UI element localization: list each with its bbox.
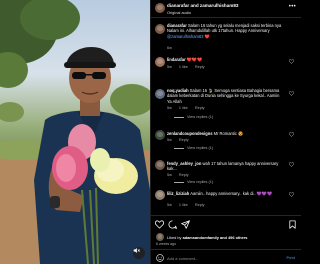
avatar[interactable] — [155, 24, 165, 34]
comment-time: 5w — [167, 138, 172, 142]
caption-username[interactable]: dianarafar — [167, 23, 187, 28]
view-replies-button[interactable]: View replies (1) — [174, 180, 213, 184]
comment-item: noq.yadiah Salam 16 🍃 Semoga sentiasa Ba… — [151, 88, 301, 128]
avatar[interactable] — [155, 89, 165, 99]
comment-likes[interactable]: 1 like — [179, 65, 188, 69]
audio-label[interactable]: Original audio — [167, 10, 191, 15]
author-usernames[interactable]: dianarafar and zamarulhisham83 — [167, 3, 239, 8]
comment-meta: 5w 1 like Reply — [167, 106, 211, 110]
comment-item: fendy_ashley_jon wah 17 tahun lamanya ha… — [151, 160, 301, 188]
comment-time: 5w — [167, 106, 172, 110]
post-header: dianarafar and zamarulhisham83 Original … — [151, 0, 301, 18]
avatar[interactable] — [155, 190, 165, 200]
photo-illustration — [0, 0, 150, 264]
comment-item: liliz_liziziah Aamiin.. happy anniversar… — [151, 190, 301, 212]
comment-likes[interactable]: 1 like — [179, 106, 188, 110]
comment-meta: 5w 1 like Reply — [167, 65, 211, 69]
liked-by-user[interactable]: adamsandomfamily — [183, 235, 219, 240]
avatar[interactable] — [155, 130, 165, 140]
comment-item: zenlandcoupondesigns Mr Romantic 😍 5w Re… — [151, 130, 301, 156]
liker-avatar[interactable] — [156, 233, 164, 241]
post-date[interactable]: 6 weeks ago — [156, 242, 176, 246]
heart-icon[interactable] — [289, 192, 294, 197]
heart-icon[interactable] — [289, 91, 294, 96]
comment-text: Mr Romantic 😍 — [213, 131, 244, 136]
bookmark-icon[interactable] — [288, 220, 297, 229]
heart-icon[interactable] — [155, 220, 164, 229]
comment-username[interactable]: zenlandcoupondesigns — [167, 131, 213, 136]
more-horizontal-icon[interactable]: ••• — [289, 4, 296, 10]
comment-username[interactable]: lindarafar — [167, 57, 186, 62]
heart-icon[interactable] — [289, 59, 294, 64]
reply-button[interactable]: Reply — [195, 106, 205, 110]
reply-button[interactable]: Reply — [179, 173, 189, 177]
heart-icon[interactable] — [289, 132, 294, 137]
comment-item: lindarafar ❤️❤️❤️ 5w 1 like Reply — [151, 56, 301, 74]
reply-button[interactable]: Reply — [195, 65, 205, 69]
author-avatar[interactable] — [155, 3, 165, 13]
reply-button[interactable]: Reply — [179, 138, 189, 142]
liked-by-prefix: Liked by — [167, 235, 182, 240]
comment-icon[interactable] — [168, 220, 177, 229]
liked-by-others[interactable]: and 496 others — [220, 235, 247, 240]
comments-panel: dianarafar and zamarulhisham83 Original … — [150, 0, 301, 264]
comment-time: 5w — [167, 173, 172, 177]
mute-button[interactable] — [133, 247, 145, 259]
caption: dianarafar Salam 16 tahun yg selalu menj… — [151, 23, 301, 53]
reply-button[interactable]: Reply — [195, 203, 205, 207]
caption-mention[interactable]: @zamarulhisham83 ❤️ — [167, 34, 210, 39]
add-comment-bar: Post — [151, 249, 301, 264]
smiley-icon[interactable] — [156, 254, 164, 262]
comment-username[interactable]: noq.yadiah — [167, 88, 189, 93]
post-footer: Liked by adamsandomfamily and 496 others… — [151, 215, 301, 264]
comment-text: Aamiin.. happy anniversary.. kak di.. 💜💜… — [190, 191, 273, 196]
comment-text: ❤️❤️❤️ — [186, 57, 203, 62]
heart-icon[interactable] — [289, 162, 294, 167]
view-replies-button[interactable]: View replies (1) — [174, 115, 213, 119]
view-replies-button[interactable]: View replies (1) — [174, 146, 213, 150]
comment-likes[interactable]: 1 like — [179, 203, 188, 207]
action-bar — [155, 220, 297, 230]
comment-meta: 5w 1 like Reply — [167, 203, 211, 207]
add-comment-input[interactable] — [167, 254, 277, 262]
comment-username[interactable]: liliz_liziziah — [167, 191, 189, 196]
comment-meta: 5w Reply — [167, 173, 195, 177]
comment-username[interactable]: fendy_ashley_jon — [167, 161, 201, 166]
liked-by[interactable]: Liked by adamsandomfamily and 496 others — [167, 235, 247, 240]
share-icon[interactable] — [181, 220, 190, 229]
avatar[interactable] — [155, 160, 165, 170]
caption-meta: 6w — [167, 46, 178, 50]
comment-meta: 5w Reply — [167, 138, 195, 142]
comment-time: 5w — [167, 203, 172, 207]
post-photo[interactable] — [0, 0, 150, 264]
avatar[interactable] — [155, 57, 165, 67]
volume-muted-icon — [133, 248, 140, 253]
caption-time: 6w — [167, 46, 172, 50]
comment-time: 5w — [167, 65, 172, 69]
post-comment-button[interactable]: Post — [286, 255, 295, 260]
